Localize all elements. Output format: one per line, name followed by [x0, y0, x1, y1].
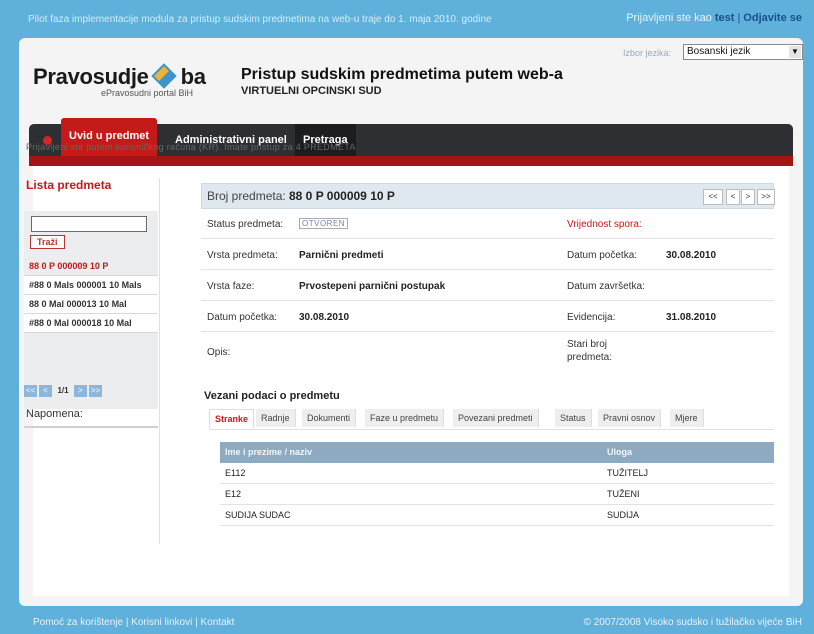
case-list-title: Lista predmeta: [26, 178, 112, 192]
list-item[interactable]: #88 0 Mal 000018 10 Mal: [24, 314, 158, 333]
case-prev-button[interactable]: <: [726, 189, 740, 205]
table-row: E12 TUŽENI: [220, 484, 774, 505]
case-row-phase: Vrsta faze: Prvostepeni parnični postupa…: [201, 270, 774, 301]
pager-prev-button[interactable]: <: [39, 385, 52, 397]
chevron-down-icon[interactable]: ▼: [789, 46, 801, 58]
logo[interactable]: Pravosudje ba ePravosudni portal BiH: [33, 63, 206, 98]
field-label: Evidencija:: [567, 312, 616, 323]
logo-text-left: Pravosudje: [33, 64, 149, 89]
list-item[interactable]: 88 0 Mal 000013 10 Mal: [24, 295, 158, 314]
case-number: 88 0 P 000009 10 P: [289, 189, 395, 203]
access-info: Prijavljeni ste putem korisničkog računa…: [26, 142, 356, 152]
field-label: Opis:: [207, 347, 231, 358]
related-title: Vezani podaci o predmetu: [204, 390, 340, 402]
table-row: SUDIJA SUDAC SUDIJA: [220, 505, 774, 526]
case-last-button[interactable]: >>: [757, 189, 775, 205]
related-tabs: Stranke Radnje Dokumenti Faze u predmetu…: [209, 409, 774, 430]
username-link[interactable]: test: [715, 12, 735, 24]
case-details: Broj predmeta: 88 0 P 000009 10 P << < >…: [201, 183, 775, 363]
footer-links: Pomoć za korištenje | Korisni linkovi | …: [33, 617, 235, 628]
login-separator: |: [737, 12, 741, 24]
login-prefix: Prijavljeni ste kao: [626, 12, 712, 24]
party-role: SUDIJA: [607, 510, 640, 520]
court-name: VIRTUELNI OPCINSKI SUD: [241, 85, 382, 97]
party-name: SUDIJA SUDAC: [225, 510, 291, 520]
parties-table: Ime i prezime / naziv Uloga E112 TUŽITEL…: [220, 442, 774, 526]
tab-status[interactable]: Status: [555, 409, 592, 427]
footer-copyright: © 2007/2008 Visoko sudsko i tužilačko vi…: [583, 617, 802, 628]
case-search-input[interactable]: [31, 216, 147, 232]
language-select[interactable]: Bosanski jezik ▼: [683, 44, 803, 60]
field-label: Status predmeta:: [207, 219, 284, 230]
footer-link-useful[interactable]: Korisni linkovi: [131, 617, 192, 628]
pager-first-button[interactable]: <<: [24, 385, 37, 397]
note-label: Napomena:: [26, 408, 83, 420]
pager-current-page: 1/1: [54, 385, 72, 397]
tab-stranke[interactable]: Stranke: [209, 409, 255, 428]
search-button[interactable]: Traži: [30, 235, 65, 249]
note-divider: [24, 426, 158, 428]
case-row-status: Status predmeta: OTVOREN Vrijednost spor…: [201, 210, 774, 239]
nav-underline: [29, 156, 793, 166]
case-list-sidebar: Lista predmeta Traži 88 0 P 000009 10 P …: [24, 178, 158, 428]
case-list: 88 0 P 000009 10 P #88 0 Mals 000001 10 …: [24, 257, 158, 333]
list-item[interactable]: #88 0 Mals 000001 10 Mals: [24, 276, 158, 295]
tab-radnje[interactable]: Radnje: [256, 409, 296, 427]
column-header-name: Ime i prezime / naziv: [225, 447, 313, 457]
pager-last-button[interactable]: >>: [89, 385, 102, 397]
top-bar: Pilot faza implementacije modula za pris…: [0, 0, 814, 38]
page-title: Pristup sudskim predmetima putem web-a: [241, 66, 563, 83]
login-status: Prijavljeni ste kao test | Odjavite se: [626, 12, 802, 24]
case-list-box: Traži 88 0 P 000009 10 P #88 0 Mals 0000…: [24, 211, 158, 409]
case-number-label: Broj predmeta:: [207, 189, 286, 203]
tab-povezani-predmeti[interactable]: Povezani predmeti: [453, 409, 539, 427]
field-value: 30.08.2010: [666, 250, 717, 261]
table-row: E112 TUŽITELJ: [220, 463, 774, 484]
language-label: Izbor jezika:: [623, 48, 672, 58]
table-header: Ime i prezime / naziv Uloga: [220, 442, 774, 463]
case-info-grid: Status predmeta: OTVOREN Vrijednost spor…: [201, 210, 774, 372]
field-label: Vrsta predmeta:: [207, 250, 278, 261]
logo-subtitle: ePravosudni portal BiH: [101, 88, 194, 98]
case-first-button[interactable]: <<: [703, 189, 723, 205]
case-row-date: Datum početka: 30.08.2010 Evidencija: 31…: [201, 301, 774, 332]
list-item[interactable]: 88 0 P 000009 10 P: [24, 257, 158, 276]
field-label: Stari broj: [567, 339, 608, 350]
field-label: Vrsta faze:: [207, 281, 255, 292]
case-next-button[interactable]: >: [741, 189, 755, 205]
tab-dokumenti[interactable]: Dokumenti: [302, 409, 357, 427]
column-header-role: Uloga: [607, 447, 633, 457]
tab-pravni-osnov[interactable]: Pravni osnov: [598, 409, 662, 427]
field-label: Datum početka:: [207, 312, 278, 323]
field-value: 30.08.2010: [299, 312, 350, 323]
field-value: Parnični predmeti: [299, 250, 384, 261]
case-row-type: Vrsta predmeta: Parnični predmeti Datum …: [201, 239, 774, 270]
tab-faze-u-predmetu[interactable]: Faze u predmetu: [365, 409, 445, 427]
party-name: E112: [225, 468, 246, 478]
case-row-description: Opis: Stari broj predmeta:: [201, 332, 774, 372]
footer-link-contact[interactable]: Kontakt: [201, 617, 235, 628]
pilot-notice: Pilot faza implementacije modula za pris…: [28, 14, 492, 25]
party-role: TUŽENI: [607, 489, 640, 499]
party-name: E12: [225, 489, 242, 499]
field-value: Prvostepeni parnični postupak: [299, 281, 446, 292]
status-badge-text: OTVOREN: [299, 218, 349, 229]
column-divider: [159, 178, 160, 544]
party-role: TUŽITELJ: [607, 468, 649, 478]
field-label: Vrijednost spora:: [567, 219, 642, 230]
pager-next-button[interactable]: >: [74, 385, 87, 397]
field-label: predmeta:: [567, 352, 613, 363]
tab-mjere[interactable]: Mjere: [670, 409, 704, 427]
field-label: Datum početka:: [567, 250, 638, 261]
case-number-bar: Broj predmeta: 88 0 P 000009 10 P << < >…: [201, 183, 775, 209]
status-badge: OTVOREN: [299, 218, 349, 229]
language-value: Bosanski jezik: [687, 46, 751, 57]
logo-diamond-icon: [150, 63, 177, 89]
logout-link[interactable]: Odjavite se: [743, 12, 802, 24]
field-value: 31.08.2010: [666, 312, 717, 323]
case-list-pager: << <1/1 > >>: [24, 380, 104, 398]
logo-text-right: ba: [180, 64, 206, 89]
footer-link-help[interactable]: Pomoć za korištenje: [33, 617, 123, 628]
field-label: Datum završetka:: [567, 281, 645, 292]
